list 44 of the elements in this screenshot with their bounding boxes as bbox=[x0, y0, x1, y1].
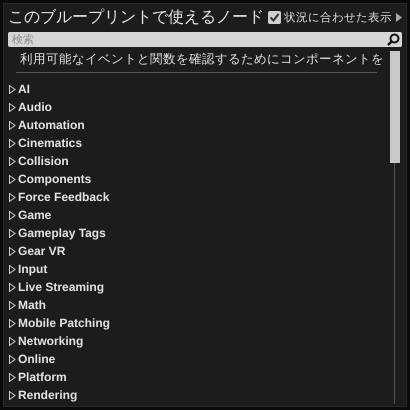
category-item[interactable]: Components bbox=[4, 170, 389, 188]
collapsed-triangle-icon[interactable] bbox=[8, 156, 16, 166]
collapsed-triangle-icon[interactable] bbox=[8, 192, 16, 202]
category-item[interactable]: Live Streaming bbox=[4, 278, 389, 296]
collapsed-triangle-icon[interactable] bbox=[8, 120, 16, 130]
collapsed-triangle-icon[interactable] bbox=[8, 246, 16, 256]
category-item[interactable]: Platform bbox=[4, 368, 389, 386]
collapsed-triangle-icon[interactable] bbox=[8, 282, 16, 292]
category-item[interactable]: Networking bbox=[4, 332, 389, 350]
collapsed-triangle-icon[interactable] bbox=[8, 84, 16, 94]
category-item[interactable]: AI bbox=[4, 80, 389, 98]
context-sensitive-checkbox[interactable]: 状況に合わせた表示 bbox=[268, 10, 392, 25]
category-item[interactable]: Gameplay Tags bbox=[4, 224, 389, 242]
collapsed-triangle-icon[interactable] bbox=[8, 336, 16, 346]
search-icon[interactable] bbox=[387, 33, 400, 46]
category-item[interactable]: Cinematics bbox=[4, 134, 389, 152]
category-item[interactable]: Input bbox=[4, 260, 389, 278]
collapsed-triangle-icon[interactable] bbox=[8, 372, 16, 382]
search-field[interactable]: 検索 bbox=[8, 32, 402, 47]
category-item[interactable]: Audio bbox=[4, 98, 389, 116]
collapsed-triangle-icon[interactable] bbox=[8, 354, 16, 364]
collapsed-triangle-icon[interactable] bbox=[8, 102, 16, 112]
category-item[interactable]: Math bbox=[4, 296, 389, 314]
collapsed-triangle-icon[interactable] bbox=[8, 264, 16, 274]
collapsed-triangle-icon[interactable] bbox=[8, 174, 16, 184]
collapsed-triangle-icon[interactable] bbox=[8, 138, 16, 148]
category-item[interactable]: Gear VR bbox=[4, 242, 389, 260]
category-item[interactable]: Automation bbox=[4, 116, 389, 134]
category-item[interactable]: Collision bbox=[4, 152, 389, 170]
category-item[interactable]: Mobile Patching bbox=[4, 314, 389, 332]
category-item[interactable]: Force Feedback bbox=[4, 188, 389, 206]
notice-text: 利用可能なイベントと関数を確認するためにコンポーネントを bbox=[19, 50, 385, 67]
category-item[interactable]: Online bbox=[4, 350, 389, 368]
collapsed-triangle-icon[interactable] bbox=[8, 300, 16, 310]
scrollbar[interactable] bbox=[389, 51, 401, 404]
panel-title: このブループリントで使えるノード bbox=[8, 7, 264, 28]
collapsed-triangle-icon[interactable] bbox=[8, 318, 16, 328]
category-item[interactable]: Game bbox=[4, 206, 389, 224]
collapsed-triangle-icon[interactable] bbox=[8, 228, 16, 238]
category-item[interactable]: Rendering bbox=[4, 386, 389, 404]
checkmark-icon bbox=[269, 12, 280, 23]
expand-arrow-icon[interactable] bbox=[396, 13, 402, 22]
collapsed-triangle-icon[interactable] bbox=[8, 210, 16, 220]
collapsed-triangle-icon[interactable] bbox=[8, 390, 16, 400]
